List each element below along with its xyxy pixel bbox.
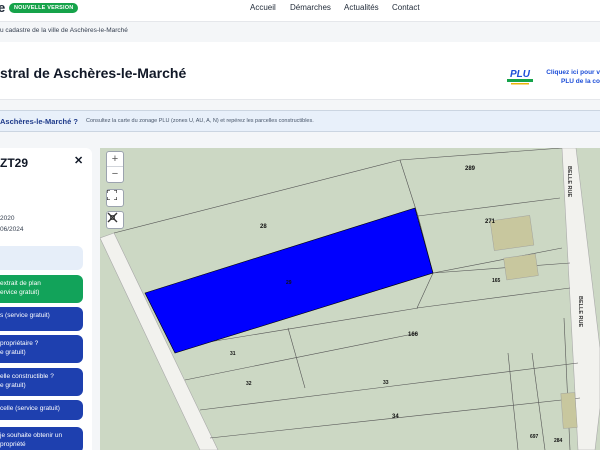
parcel-label-271: 271 <box>485 219 496 225</box>
fullscreen-icon <box>107 190 117 200</box>
action-button-sublabel: propriété <box>0 441 26 448</box>
breadcrumb[interactable]: u cadastre de la ville de Aschères-le-Ma… <box>0 27 128 34</box>
info-description: Consultez la carte du zonage PLU (zones … <box>86 118 314 124</box>
action-button-1[interactable]: extrait de plan ervice gratuit) <box>0 275 83 303</box>
parcel-date-1: 2020 <box>0 215 15 222</box>
action-button-4[interactable]: elle constructible ? e gratuit) <box>0 368 83 396</box>
parcel-label-29: 29 <box>286 280 292 286</box>
parcel-label-34: 34 <box>392 414 399 420</box>
site-logo[interactable]: e <box>0 0 5 15</box>
plu-map-link[interactable]: Cliquez ici pour v PLU de la co <box>540 68 600 86</box>
road-label-belle-rue: BELLE RUE <box>566 166 572 198</box>
action-button-label: celle (service gratuit) <box>0 405 60 412</box>
action-button-5[interactable]: celle (service gratuit) <box>0 400 83 420</box>
action-button-2[interactable]: s (service gratuit) <box>0 307 83 331</box>
action-button-3[interactable]: propriétaire ? e gratuit) <box>0 335 83 363</box>
page-header: stral de Aschères-le-Marché PLU Cliquez … <box>0 42 600 100</box>
measure-tool-button[interactable] <box>106 211 124 229</box>
nav-link-contact[interactable]: Contact <box>392 3 420 12</box>
parcel-label-32: 32 <box>246 381 252 387</box>
action-button-sublabel: ervice gratuit) <box>0 289 40 296</box>
measure-tool-icon <box>107 212 118 223</box>
zoom-in-button[interactable]: + <box>107 152 123 167</box>
fullscreen-button[interactable] <box>106 189 124 207</box>
plu-logo-text: PLU <box>510 69 531 80</box>
map-canvas: 289 28 271 29 165 166 31 32 33 34 697 28… <box>100 148 600 450</box>
page-title: stral de Aschères-le-Marché <box>0 65 187 81</box>
cadastral-map[interactable]: 289 28 271 29 165 166 31 32 33 34 697 28… <box>100 148 600 450</box>
parcel-label-33: 33 <box>383 380 389 386</box>
nav-link-news[interactable]: Actualités <box>344 3 379 12</box>
action-button-sublabel: e gratuit) <box>0 382 26 389</box>
zoom-out-button[interactable]: − <box>107 167 123 182</box>
zoom-control: + − <box>106 151 124 183</box>
nav-link-steps[interactable]: Démarches <box>290 3 331 12</box>
parcel-label-165: 165 <box>492 278 501 284</box>
parcel-title: ZT29 <box>0 156 29 170</box>
action-button-label: elle constructible ? <box>0 373 54 380</box>
plu-link-line-2: PLU de la co <box>560 78 600 85</box>
parcel-label-284: 284 <box>554 438 563 444</box>
plu-logo[interactable]: PLU <box>505 66 535 86</box>
parcel-label-28: 28 <box>260 224 267 230</box>
parcel-label-31: 31 <box>230 351 236 357</box>
close-icon[interactable]: ✕ <box>74 154 83 167</box>
action-button-6[interactable]: je souhaite obtenir un propriété <box>0 427 83 450</box>
info-question: Aschères-le-Marché ? <box>0 117 78 126</box>
parcel-date-2: 06/2024 <box>0 226 24 233</box>
info-banner: Aschères-le-Marché ? Consultez la carte … <box>0 110 600 132</box>
nav-link-home[interactable]: Accueil <box>250 3 276 12</box>
action-button-label: s (service gratuit) <box>0 312 50 319</box>
plu-link-line-1: Cliquez ici pour v <box>546 69 600 76</box>
parcel-label-697: 697 <box>530 434 539 440</box>
road-label-belle-rue-2: BELLE RUE <box>577 296 583 328</box>
action-button-label: extrait de plan <box>0 280 41 287</box>
new-version-badge: NOUVELLE VERSION <box>9 3 79 13</box>
parcel-label-166: 166 <box>408 332 419 338</box>
action-button-label: propriétaire ? <box>0 340 39 347</box>
action-button-sublabel: e gratuit) <box>0 349 26 356</box>
top-navigation-bar: e NOUVELLE VERSION Accueil Démarches Act… <box>0 0 600 22</box>
parcel-label-289: 289 <box>465 166 476 172</box>
action-button-label: je souhaite obtenir un <box>0 432 63 439</box>
parcel-info-box <box>0 246 83 270</box>
